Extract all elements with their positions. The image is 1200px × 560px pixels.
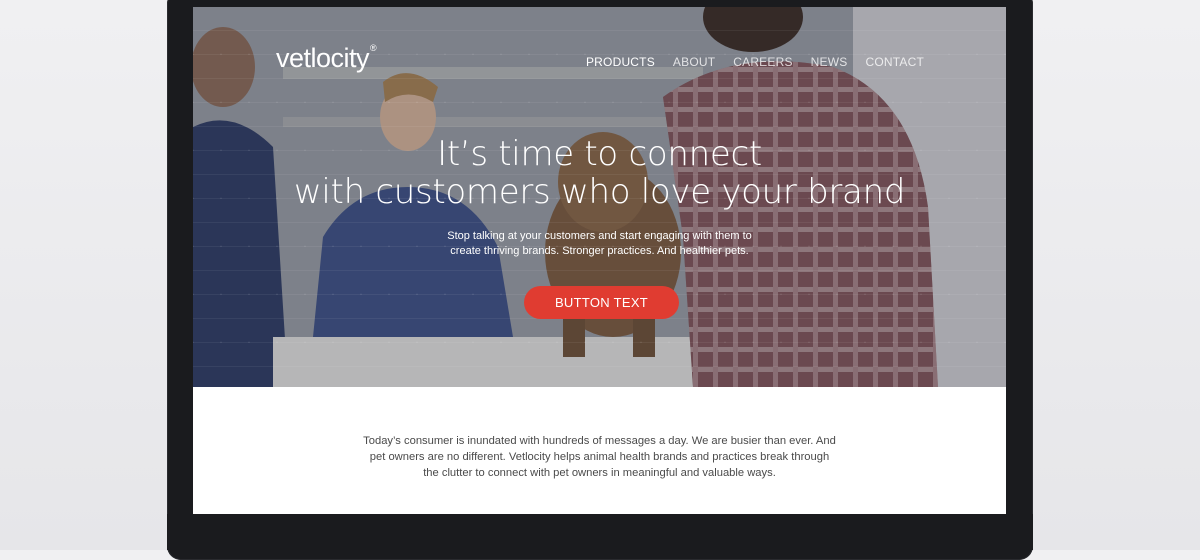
nav-item-products[interactable]: PRODUCTS <box>586 55 655 69</box>
intro-paragraph: Today’s consumer is inundated with hundr… <box>193 433 1006 481</box>
brand-logo[interactable]: vetlocity® <box>276 43 377 74</box>
intro-line: Today’s consumer is inundated with hundr… <box>363 435 836 447</box>
cta-button[interactable]: BUTTON TEXT <box>524 286 679 319</box>
intro-line: pet owners are no different. Vetlocity h… <box>369 451 830 463</box>
nav-item-about[interactable]: ABOUT <box>673 55 715 69</box>
headline-line: It’s time to connect <box>437 134 762 174</box>
brand-name: vetlocity <box>276 43 370 73</box>
main-nav: PRODUCTS ABOUT CAREERS NEWS CONTACT <box>586 55 924 69</box>
browser-viewport: vetlocity® PRODUCTS ABOUT CAREERS NEWS C… <box>193 7 1006 514</box>
hero-section: vetlocity® PRODUCTS ABOUT CAREERS NEWS C… <box>193 7 1006 387</box>
subtext-line: create thriving brands. Stronger practic… <box>450 245 749 257</box>
registered-mark: ® <box>370 43 377 53</box>
nav-item-news[interactable]: NEWS <box>811 55 848 69</box>
nav-item-careers[interactable]: CAREERS <box>733 55 792 69</box>
laptop-bottom-bezel <box>167 514 1033 550</box>
nav-item-contact[interactable]: CONTACT <box>865 55 924 69</box>
hero-headline: It’s time to connect with customers who … <box>193 135 1006 211</box>
subtext-line: Stop talking at your customers and start… <box>447 230 752 242</box>
headline-line: with customers who love your brand <box>293 172 906 212</box>
hero-subtext: Stop talking at your customers and start… <box>193 229 1006 259</box>
intro-line: the clutter to connect with pet owners i… <box>423 467 776 479</box>
